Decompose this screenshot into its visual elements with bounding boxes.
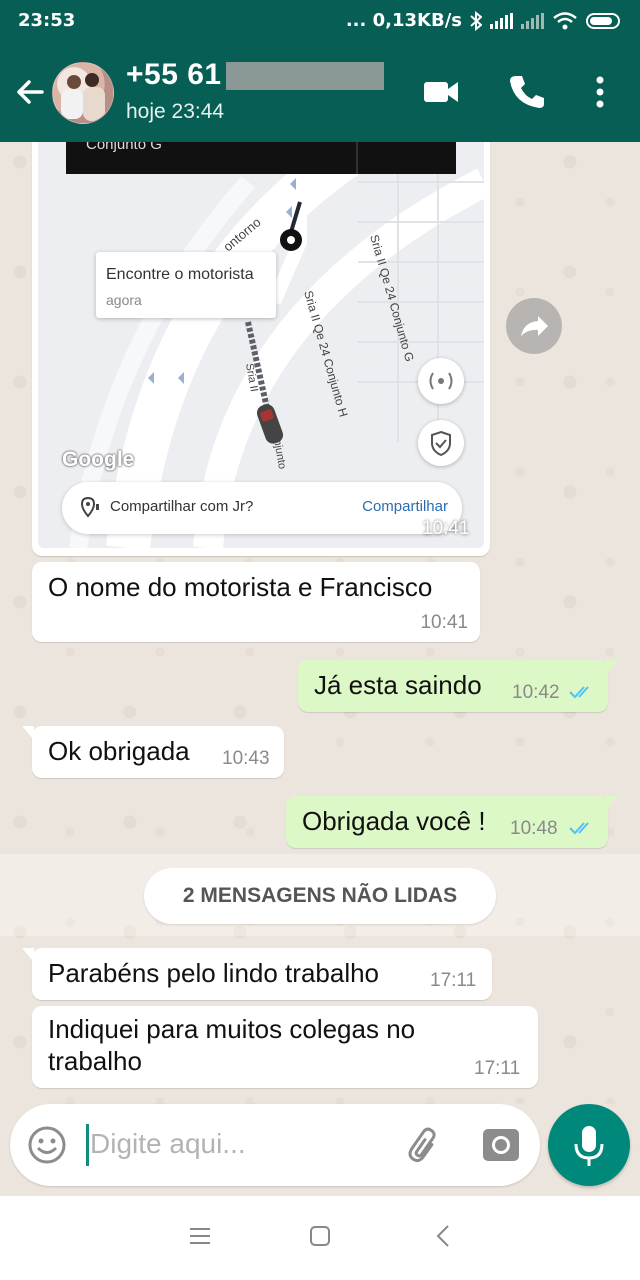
read-ticks-icon [569, 822, 589, 835]
system-nav-bar [0, 1196, 640, 1280]
network-speed: ... 0,13KB/s [345, 10, 462, 31]
message-text: Parabéns pelo lindo trabalho [48, 958, 380, 988]
chat-header: +55 61 hoje 23:44 [0, 44, 640, 142]
forward-button[interactable] [506, 298, 562, 354]
google-logo: Google [62, 448, 135, 471]
share-trip-bar: Compartilhar com Jr? Compartilhar [62, 482, 462, 534]
status-time: 23:53 [18, 10, 76, 31]
message-time: 10:48 [510, 818, 558, 839]
mic-icon [574, 1126, 604, 1166]
map-top-label: Conjunto G [86, 142, 162, 153]
redacted-number [226, 62, 384, 90]
phone-call-icon[interactable] [504, 70, 548, 114]
message-text-line-1: Indiquei para muitos colegas no [48, 1014, 416, 1044]
driver-callout: Encontre o motorista agora [96, 252, 276, 318]
message-text: Já esta saindo [314, 670, 482, 700]
message-text: Obrigada você ! [302, 806, 486, 836]
message-text: O nome do motorista e Francisco [48, 572, 433, 602]
more-vert-icon[interactable] [578, 70, 622, 114]
wifi-icon [553, 11, 577, 29]
video-call-icon[interactable] [420, 70, 464, 114]
attach-icon[interactable] [402, 1124, 446, 1168]
location-pin-icon [80, 496, 99, 518]
battery-icon [586, 12, 620, 29]
safety-toolkit-icon [418, 358, 464, 404]
message-composer: Digite aqui... [10, 1104, 540, 1186]
message-time: 10:41 [420, 612, 468, 633]
callout-subtitle: agora [106, 292, 142, 308]
message-bubble-incoming[interactable]: Ok obrigada 10:43 [22, 726, 284, 778]
map-screenshot[interactable]: ontorno Sria II Qe 24 Conjunto H Sria II… [38, 142, 484, 548]
bluetooth-icon [470, 10, 482, 31]
chat-area[interactable]: ontorno Sria II Qe 24 Conjunto H Sria II… [0, 142, 640, 1104]
back-nav-icon[interactable] [432, 1224, 456, 1248]
message-bubble-outgoing[interactable]: Obrigada você ! 10:48 [286, 796, 618, 848]
status-icons: ... 0,13KB/s [346, 10, 620, 31]
home-icon[interactable] [308, 1224, 332, 1248]
share-text: Compartilhar com Jr? [110, 498, 254, 515]
message-bubble-incoming[interactable]: Parabéns pelo lindo trabalho 17:11 [22, 948, 492, 1000]
last-seen: hoje 23:44 [126, 100, 225, 123]
map-image-message[interactable]: ontorno Sria II Qe 24 Conjunto H Sria II… [32, 142, 490, 556]
shield-icon [418, 420, 464, 466]
camera-icon[interactable] [480, 1124, 522, 1166]
mic-button[interactable] [548, 1104, 630, 1186]
contact-name[interactable]: +55 61 [126, 58, 222, 92]
map-message-time: 10:41 [422, 518, 470, 539]
message-bubble-outgoing[interactable]: Já esta saindo 10:42 [298, 660, 618, 712]
message-bubble-incoming[interactable]: O nome do motorista e Francisco 10:41 [32, 562, 480, 642]
text-cursor [86, 1124, 89, 1166]
avatar[interactable] [52, 62, 114, 124]
forward-icon [521, 316, 548, 336]
map-top-bar: Conjunto G [66, 142, 456, 174]
signal-2-icon [521, 12, 544, 29]
message-time: 17:11 [430, 970, 477, 991]
message-time: 10:42 [512, 682, 560, 703]
message-time: 10:43 [222, 748, 270, 769]
emoji-icon[interactable] [26, 1124, 68, 1166]
share-action: Compartilhar [362, 498, 448, 515]
message-time: 17:11 [474, 1058, 521, 1079]
message-text-line-2: trabalho [48, 1046, 142, 1076]
message-input[interactable]: Digite aqui... [90, 1128, 246, 1160]
message-bubble-incoming[interactable]: Indiquei para muitos colegas no trabalho… [32, 1006, 538, 1088]
menu-icon[interactable] [188, 1224, 212, 1248]
read-ticks-icon [569, 686, 589, 699]
back-arrow-icon[interactable] [12, 74, 48, 110]
status-bar: 23:53 ... 0,13KB/s [0, 0, 640, 44]
callout-title: Encontre o motorista [106, 266, 254, 283]
message-text: Ok obrigada [48, 736, 190, 766]
unread-messages-badge: 2 MENSAGENS NÃO LIDAS [144, 868, 496, 924]
signal-icon [490, 12, 513, 29]
